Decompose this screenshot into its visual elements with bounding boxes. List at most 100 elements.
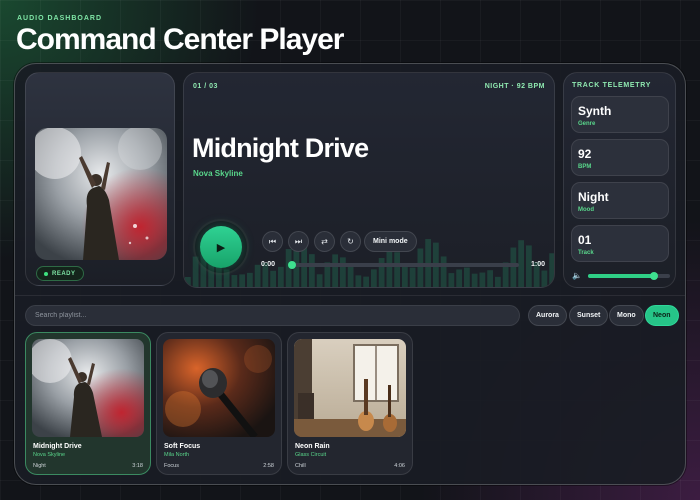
telemetry-label: Genre [578,121,596,127]
playlist-track-card[interactable]: Soft Focus Mila North Focus 2:58 [156,332,282,475]
telemetry-value: Synth [578,104,612,118]
shuffle-button[interactable]: ⇄ [314,231,335,252]
volume-slider[interactable] [588,272,670,280]
equalizer-bar [355,275,362,287]
repeat-button[interactable]: ↻ [340,231,361,252]
card-artist: Nova Skyline [33,452,66,458]
card-artist: Mila North [164,452,190,458]
card-title: Midnight Drive [33,443,82,450]
equalizer-bar [417,248,424,287]
telemetry-label: Mood [578,207,594,213]
equalizer-bar [549,253,554,287]
progress-handle[interactable] [288,261,296,269]
equalizer-bar [270,270,276,287]
status-badge: READY [36,266,84,281]
play-button[interactable]: ▶ [200,226,242,268]
mini-mode-button[interactable]: Mini mode [364,231,417,252]
theme-aurora-button[interactable]: Aurora [528,305,567,326]
equalizer-bar [386,250,393,287]
card-title: Neon Rain [295,443,330,450]
telemetry-value: 92 [578,147,592,161]
telemetry-card-mood: Night Mood [571,182,669,219]
time-total: 1:00 [530,261,545,268]
equalizer-bar [247,272,253,287]
now-playing-panel: 01 / 03 NIGHT · 92 BPM Midnight Drive No… [183,72,555,288]
telemetry-value: 01 [578,233,592,247]
card-duration: 2:58 [263,463,274,469]
theme-mono-button[interactable]: Mono [609,305,644,326]
equalizer-bar [309,254,315,287]
time-current: 0:00 [261,261,276,268]
equalizer-bar [479,272,486,287]
previous-track-button[interactable]: ⏮ [262,231,283,252]
card-artist: Glass Circuit [295,452,327,458]
equalizer-bar [471,273,478,287]
equalizer-bar [448,273,455,287]
equalizer-bar [340,257,346,287]
track-thumbnail [32,339,144,437]
equalizer-bar [510,247,517,287]
playlist-track-card[interactable]: Neon Rain Glass Circuit Chill 4:06 [287,332,413,475]
skip-previous-icon: ⏮ [268,236,277,246]
equalizer-bar [495,276,501,287]
equalizer-bar [316,274,323,287]
album-art [35,128,167,260]
equalizer-bar [371,269,377,287]
track-index: 01 / 03 [193,83,218,90]
page-title: Command Center Player [16,23,344,56]
next-track-button[interactable]: ⏭ [288,231,309,252]
player-frame: READY 01 / 03 NIGHT · 92 BPM Midnight Dr… [14,63,686,485]
status-dot-icon [44,271,48,276]
card-mood: Chill [295,463,306,469]
equalizer-bar [278,266,284,287]
mode-bpm-label: NIGHT · 92 BPM [484,83,545,90]
volume-fill [588,274,654,278]
volume-handle[interactable] [649,272,658,280]
equalizer-bar [456,269,462,287]
equalizer-bar [363,276,369,287]
repeat-icon: ↻ [347,237,354,246]
track-artist: Nova Skyline [193,169,243,178]
equalizer-bar [464,267,470,287]
telemetry-title: TRACK TELEMETRY [572,82,652,89]
equalizer-bar [231,275,238,287]
dashboard-eyebrow: AUDIO DASHBOARD [17,15,102,22]
telemetry-value: Night [578,190,609,204]
equalizer-bar [332,254,338,287]
speaker-icon[interactable]: 🔈 [572,271,582,280]
telemetry-label: Track [578,250,594,256]
telemetry-card-bpm: 92 BPM [571,139,669,176]
status-text: READY [52,270,76,277]
play-icon: ▶ [216,241,226,254]
shuffle-icon: ⇄ [321,237,328,246]
playlist-search-input[interactable] [25,305,520,326]
card-duration: 4:06 [394,463,405,469]
equalizer-bar [409,267,416,287]
telemetry-card-track: 01 Track [571,225,669,262]
player-upper-section: READY 01 / 03 NIGHT · 92 BPM Midnight Dr… [15,64,685,296]
card-mood: Focus [164,463,179,469]
equalizer-bar [394,252,400,287]
equalizer-bar [185,277,191,287]
equalizer-bar [541,270,548,287]
equalizer-bar [487,270,493,287]
equalizer-bar [402,265,408,287]
card-title: Soft Focus [164,443,201,450]
equalizer-bar [347,266,354,287]
theme-sunset-button[interactable]: Sunset [569,305,609,326]
track-telemetry-panel: TRACK TELEMETRY Synth Genre 92 BPM Night… [563,72,676,288]
equalizer-bar [239,274,245,287]
playlist-track-card[interactable]: Midnight Drive Nova Skyline Night 3:18 [25,332,151,475]
track-thumbnail [294,339,406,437]
equalizer-bar [440,256,447,287]
track-thumbnail [163,339,275,437]
theme-neon-button[interactable]: Neon [645,305,679,326]
album-card: READY [25,72,175,286]
progress-slider[interactable] [288,261,519,269]
card-duration: 3:18 [132,463,143,469]
telemetry-label: BPM [578,164,592,170]
card-mood: Night [33,463,46,469]
equalizer-bar [254,264,261,287]
equalizer-bar [518,240,524,287]
track-title: Midnight Drive [192,133,369,163]
